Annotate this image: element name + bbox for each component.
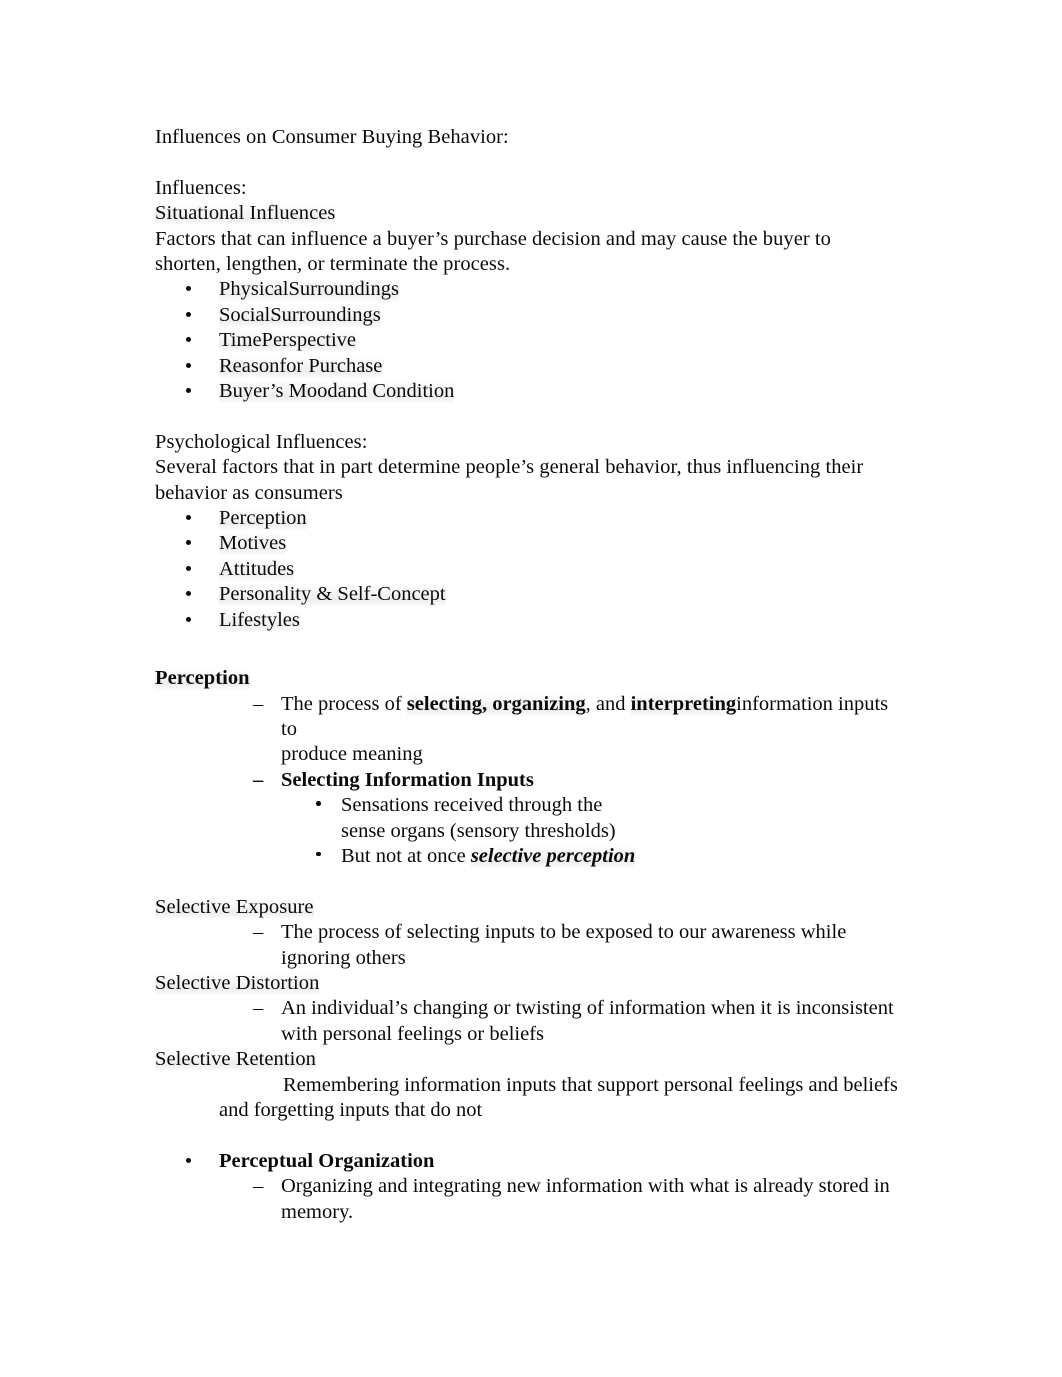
list-item-label: TimePerspective: [219, 329, 357, 354]
selective-exposure-def-line-1: The process of selecting inputs to be ex…: [281, 921, 847, 944]
list-item: Personality & Self-Concept: [155, 582, 915, 608]
list-item: SocialSurroundings: [155, 303, 915, 328]
list-item-label: Perception: [219, 507, 307, 532]
selective-perception-emphasis: selective perception: [470, 844, 636, 869]
list-item: Attitudes: [155, 557, 915, 582]
perception-def-line-3-text: produce meaning: [281, 743, 423, 766]
situational-definition-line-1: Factors that can influence a buyer’s pur…: [155, 227, 831, 250]
perception-heading-text: Perception: [155, 667, 250, 692]
list-item: Perception: [155, 506, 915, 532]
bullet-dot-icon: [186, 616, 191, 622]
psychological-definition-line-1: Several factors that in part determine p…: [155, 456, 864, 479]
list-item-label: PhysicalSurroundings: [219, 278, 399, 303]
perceptual-organization-heading: Perceptual Organization: [219, 1149, 435, 1172]
perception-def-line-3: produce meaning: [155, 742, 915, 767]
selective-retention-heading: Selective Retention: [155, 1047, 915, 1073]
bullet-dot-icon: [186, 591, 191, 597]
perception-def-part-3: information inputs: [736, 692, 889, 715]
dash-bullet-icon: –: [253, 768, 264, 791]
list-item: – The process of selecting inputs to be e…: [155, 920, 915, 945]
bullet-dot-icon: [186, 1157, 191, 1163]
dash-bullet-icon: –: [253, 921, 264, 944]
dash-bullet-icon: –: [253, 1175, 264, 1198]
selective-exposure-def-line-2-text: ignoring others: [281, 946, 406, 969]
list-item: – The process of selecting, organizing, a…: [155, 692, 915, 717]
selective-retention-def-line-1: Remembering information inputs that supp…: [283, 1073, 898, 1096]
sensations-line-2-text: sense organs (sensory thresholds): [341, 819, 616, 842]
selective-retention-def-line-2: and forgetting inputs that do not: [219, 1098, 483, 1121]
situational-definition-line-2: shorten, lengthen, or terminate the proc…: [155, 253, 511, 276]
bullet-dot-icon: [186, 286, 191, 292]
list-item: – Organizing and integrating new informat…: [155, 1174, 915, 1199]
psychological-definition-line-2: behavior as consumers: [155, 481, 343, 504]
list-item: TimePerspective: [155, 328, 915, 354]
list-item: Sensations received through the: [155, 793, 915, 818]
bullet-dot-icon: [186, 515, 191, 521]
selective-retention-heading-text: Selective Retention: [155, 1048, 316, 1073]
list-item: Buyer’s Moodand Condition: [155, 379, 915, 405]
bullet-dot-icon: [316, 851, 321, 857]
list-item-label: Motives: [219, 532, 287, 557]
list-item-label: Reasonfor Purchase: [219, 354, 383, 379]
selective-retention-definition: Remembering information inputs that supp…: [155, 1073, 915, 1124]
perception-def-bold-1: selecting, organizing: [406, 692, 586, 717]
document-page: Influences on Consumer Buying Behavior: …: [0, 0, 1062, 1377]
influences-heading: Influences:: [155, 176, 247, 199]
selective-distortion-def-line-2: with personal feelings or beliefs: [155, 1022, 915, 1047]
bullet-dot-icon: [186, 311, 191, 317]
sensations-line-1: Sensations received through the: [341, 794, 603, 817]
perception-def-bold-2: interpreting: [630, 692, 737, 717]
selective-exposure-heading: Selective Exposure: [155, 895, 915, 920]
perceptual-organization-def-line-1: Organizing and integrating new informati…: [281, 1175, 890, 1198]
list-item: – Selecting Information Inputs: [155, 768, 915, 793]
list-item: Motives: [155, 531, 915, 557]
selective-distortion-heading: Selective Distortion: [155, 971, 915, 996]
bullet-dot-icon: [316, 801, 321, 806]
selective-distortion-heading-text: Selective Distortion: [155, 971, 320, 996]
bullet-dot-icon: [186, 540, 191, 546]
situational-influences-text: Situational Influences: [155, 202, 336, 227]
selective-exposure-def-line-2: ignoring others: [155, 946, 915, 971]
list-item-label: Personality & Self-Concept: [219, 583, 446, 608]
document-title-line: Influences on Consumer Buying Behavior:: [155, 126, 509, 148]
document-body: Influences on Consumer Buying Behavior: …: [155, 125, 915, 1225]
list-item: PhysicalSurroundings: [155, 277, 915, 303]
bullet-dot-icon: [186, 388, 191, 394]
bullet-dot-icon: [186, 565, 191, 571]
selective-distortion-def-line-1: An individual’s changing or twisting of …: [281, 997, 894, 1020]
perceptual-organization-def-line-2: memory.: [155, 1200, 915, 1225]
perceptual-organization-def-line-2-text: memory.: [281, 1200, 354, 1223]
selective-exposure-heading-text: Selective Exposure: [155, 895, 314, 920]
list-item: But not at once selective perception: [155, 844, 915, 869]
perception-heading: Perception: [155, 666, 915, 692]
list-item-label: Buyer’s Moodand Condition: [219, 380, 455, 405]
list-item: Perceptual Organization: [155, 1149, 915, 1174]
list-item: – An individual’s changing or twisting of…: [155, 996, 915, 1021]
perception-def-part-1: The process of: [281, 692, 407, 715]
selecting-information-inputs-heading: Selecting Information Inputs: [281, 768, 534, 791]
list-item-label: Attitudes: [219, 557, 295, 582]
selective-distortion-def-line-2-text: with personal feelings or beliefs: [281, 1022, 545, 1045]
not-at-once-text: But not at once: [341, 844, 471, 867]
psychological-influences-heading: Psychological Influences:: [155, 430, 368, 453]
list-item: Reasonfor Purchase: [155, 354, 915, 379]
bullet-dot-icon: [186, 337, 191, 343]
list-item: Lifestyles: [155, 608, 915, 633]
perception-def-part-2: , and: [585, 692, 631, 715]
sensations-line-2: sense organs (sensory thresholds): [155, 819, 915, 844]
perception-def-line-2: to: [155, 717, 915, 742]
perception-def-line-2-text: to: [281, 717, 297, 740]
dash-bullet-icon: –: [253, 692, 264, 715]
list-item-label: Lifestyles: [219, 608, 300, 633]
dash-bullet-icon: –: [253, 997, 264, 1020]
situational-influences-subheading: Situational Influences: [155, 201, 915, 227]
list-item-label: SocialSurroundings: [219, 303, 381, 328]
bullet-dot-icon: [186, 362, 191, 368]
